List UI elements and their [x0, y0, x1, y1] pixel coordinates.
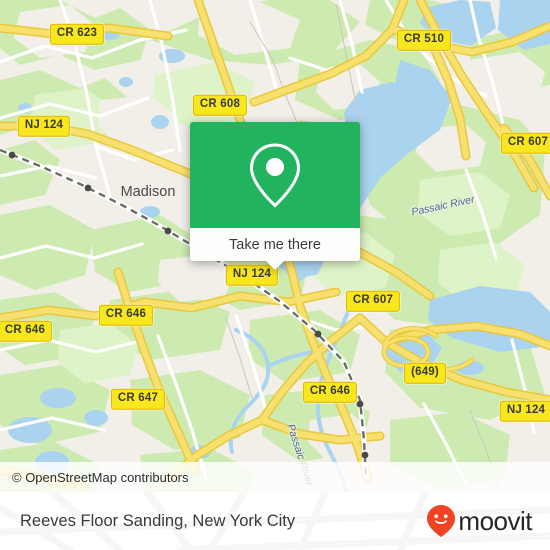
map-attribution[interactable]: © OpenStreetMap contributors — [0, 462, 550, 492]
screenshot-root: Madison Passaic River Passaic River CR 6… — [0, 0, 550, 550]
road-shield-nj-124-left[interactable]: NJ 124 — [17, 115, 71, 137]
road-shield-cr-608[interactable]: CR 608 — [192, 94, 248, 116]
popup-tail — [266, 261, 284, 270]
road-shield-cr-607-top[interactable]: CR 607 — [500, 132, 550, 154]
road-shield-cr-510[interactable]: CR 510 — [396, 29, 452, 51]
road-shield-649[interactable]: (649) — [404, 362, 446, 384]
map-pin-icon — [249, 143, 301, 208]
footer-place-title: Reeves Floor Sanding, New York City — [20, 511, 296, 530]
moovit-logo[interactable]: moovit — [426, 504, 532, 538]
road-shield-cr-646-upper[interactable]: CR 646 — [98, 304, 154, 326]
road-shield-nj-124-right[interactable]: NJ 124 — [499, 400, 550, 422]
map-attribution-label: © OpenStreetMap contributors — [12, 469, 189, 485]
moovit-pin-icon — [427, 505, 456, 537]
page-footer: Reeves Floor Sanding, New York City moov… — [0, 492, 550, 550]
road-shield-cr-607-mid[interactable]: CR 607 — [345, 290, 401, 312]
map-canvas[interactable]: Madison Passaic River Passaic River CR 6… — [0, 0, 550, 492]
road-shield-cr-646-lower[interactable]: CR 646 — [302, 381, 358, 403]
location-popup-card[interactable]: Take me there — [190, 122, 360, 270]
take-me-there-label: Take me there — [229, 236, 321, 253]
moovit-wordmark: moovit — [458, 506, 532, 536]
road-shield-cr-623[interactable]: CR 623 — [49, 23, 105, 45]
road-shield-cr-647[interactable]: CR 647 — [110, 388, 166, 410]
take-me-there-button[interactable]: Take me there — [190, 228, 360, 261]
place-label-madison: Madison — [120, 184, 176, 200]
popup-icon-area — [190, 122, 360, 228]
road-shield-cr-646-left[interactable]: CR 646 — [0, 320, 53, 342]
